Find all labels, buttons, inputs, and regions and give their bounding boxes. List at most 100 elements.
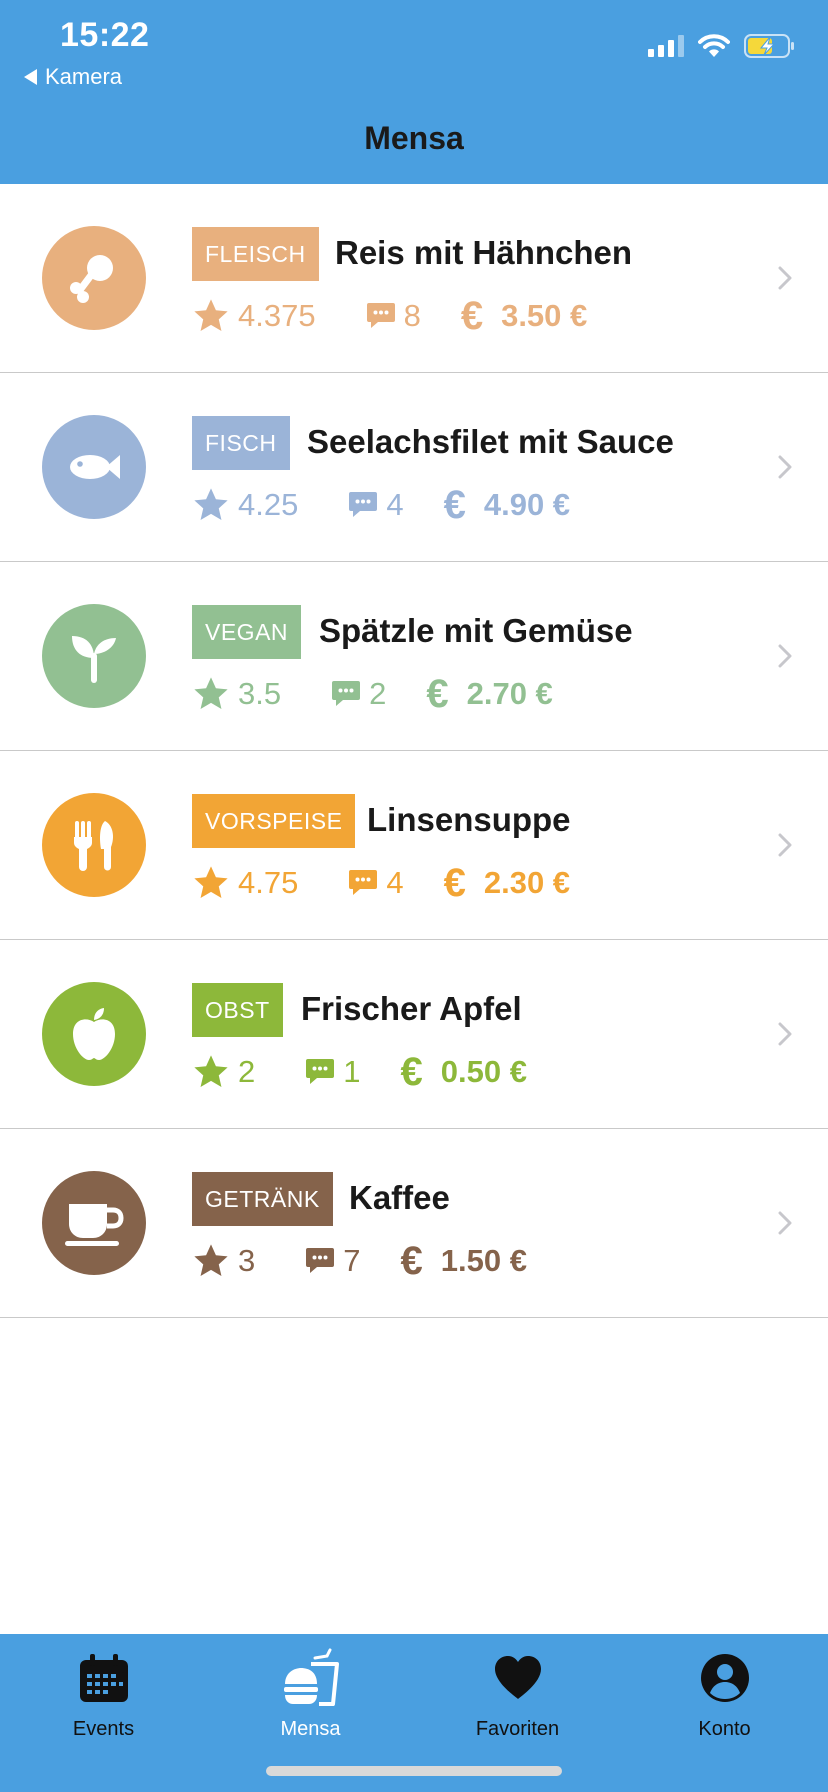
star-icon xyxy=(194,866,228,899)
meal-name: Kaffee xyxy=(349,1179,450,1216)
rating-value: 3 xyxy=(238,1243,256,1278)
comment-icon xyxy=(332,681,361,706)
rating-value: 4.25 xyxy=(238,487,299,522)
euro-icon: € xyxy=(426,671,449,716)
meal-stats: 3.5 2 € 2.70 € xyxy=(192,670,553,718)
home-indicator[interactable] xyxy=(266,1766,562,1776)
star-icon xyxy=(194,488,228,521)
price-value: 1.50 € xyxy=(440,1243,527,1278)
meal-name: Linsensuppe xyxy=(367,801,571,838)
tab-events[interactable]: Events xyxy=(0,1634,207,1792)
price: € 4.90 € xyxy=(444,483,570,528)
category-icon-circle xyxy=(42,415,146,519)
battery-charging-icon xyxy=(744,34,794,58)
chevron-right-icon xyxy=(778,455,792,479)
meal-stats: 3 7 € 1.50 € xyxy=(192,1237,527,1285)
category-icon-circle xyxy=(42,1171,146,1275)
euro-icon: € xyxy=(460,293,484,338)
fish-icon xyxy=(70,455,120,479)
back-to-kamera-link[interactable]: Kamera xyxy=(24,64,122,90)
meal-list: FLEISCH Reis mit Hähnchen 4.375 8 € 3.50… xyxy=(0,184,828,1318)
rating: 4.75 xyxy=(192,864,298,902)
cutlery-icon xyxy=(74,821,113,871)
fastfood-icon xyxy=(283,1648,339,1706)
chevron-right-icon xyxy=(778,644,792,668)
chevron-right-icon xyxy=(778,266,792,290)
price-value: 4.90 € xyxy=(483,487,571,522)
rating-value: 2 xyxy=(238,1054,256,1089)
heart-icon xyxy=(494,1656,541,1699)
chevron-right-icon xyxy=(778,1211,792,1235)
comment-count: 7 xyxy=(305,1243,361,1279)
price: € 2.30 € xyxy=(444,861,570,906)
comment-count-value: 4 xyxy=(386,865,404,900)
comment-icon xyxy=(349,870,378,895)
euro-icon: € xyxy=(400,1238,423,1283)
tab-label: Mensa xyxy=(280,1718,341,1740)
category-icon-circle xyxy=(42,793,146,897)
comment-count-value: 8 xyxy=(403,298,421,333)
meal-stats: 4.375 8 € 3.50 € xyxy=(192,292,587,340)
price: € 3.50 € xyxy=(461,294,587,339)
meal-row[interactable]: VEGAN Spätzle mit Gemüse 3.5 2 € 2.70 € xyxy=(0,562,828,751)
price: € 0.50 € xyxy=(401,1050,527,1095)
account-icon xyxy=(700,1654,749,1702)
meal-stats: 2 1 € 0.50 € xyxy=(192,1048,527,1096)
chicken-leg-icon xyxy=(70,255,113,303)
tab-label: Favoriten xyxy=(475,1718,560,1740)
meal-row[interactable]: FISCH Seelachsfilet mit Sauce 4.25 4 € 4… xyxy=(0,373,828,562)
meal-row[interactable]: GETRÄNK Kaffee 3 7 € 1.50 € xyxy=(0,1129,828,1318)
page-title: Mensa xyxy=(364,120,464,156)
comment-icon xyxy=(366,303,395,328)
comment-count: 2 xyxy=(331,676,386,712)
tab-label: Events xyxy=(72,1718,135,1740)
category-badge: FLEISCH xyxy=(192,227,319,281)
price-value: 2.70 € xyxy=(466,676,553,711)
meal-row[interactable]: VORSPEISE Linsensuppe 4.75 4 € 2.30 € xyxy=(0,751,828,940)
apple-icon xyxy=(73,1008,115,1060)
star-icon xyxy=(194,677,228,710)
category-icon-circle xyxy=(42,604,146,708)
category-badge: OBST xyxy=(192,983,283,1037)
comment-icon xyxy=(306,1059,335,1084)
comment-count: 4 xyxy=(348,487,404,523)
meal-name: Frischer Apfel xyxy=(301,990,522,1027)
sprout-icon xyxy=(72,636,116,683)
comment-icon xyxy=(349,492,378,517)
rating: 4.25 xyxy=(192,486,298,524)
wifi-icon xyxy=(698,34,730,57)
meal-stats: 4.75 4 € 2.30 € xyxy=(192,859,570,907)
rating: 3 xyxy=(192,1242,255,1280)
comment-count: 8 xyxy=(366,298,421,334)
euro-icon: € xyxy=(443,482,466,527)
signal-icon xyxy=(648,35,684,57)
status-icons xyxy=(648,34,796,58)
meal-stats: 4.25 4 € 4.90 € xyxy=(192,481,570,529)
price-value: 2.30 € xyxy=(483,865,571,900)
back-label: Kamera xyxy=(45,64,123,89)
coffee-cup-icon xyxy=(65,1204,124,1246)
top-bar: 15:22 Kamera Mensa xyxy=(0,0,828,184)
comment-count-value: 4 xyxy=(386,487,404,522)
meal-name: Seelachsfilet mit Sauce xyxy=(307,423,674,460)
tab-konto[interactable]: Konto xyxy=(621,1634,828,1792)
comment-count-value: 1 xyxy=(343,1054,361,1089)
euro-icon: € xyxy=(443,860,466,905)
chevron-right-icon xyxy=(778,1022,792,1046)
euro-icon: € xyxy=(400,1049,423,1094)
category-icon-circle xyxy=(42,226,146,330)
rating: 4.375 xyxy=(192,297,316,335)
meal-name: Reis mit Hähnchen xyxy=(335,234,633,271)
star-icon xyxy=(194,1055,228,1088)
meal-row[interactable]: FLEISCH Reis mit Hähnchen 4.375 8 € 3.50… xyxy=(0,184,828,373)
comment-count: 4 xyxy=(348,865,404,901)
rating-value: 3.5 xyxy=(238,676,282,711)
rating-value: 4.75 xyxy=(238,865,299,900)
category-icon-circle xyxy=(42,982,146,1086)
price-value: 0.50 € xyxy=(440,1054,527,1089)
comment-count-value: 7 xyxy=(343,1243,361,1278)
star-icon xyxy=(194,1244,228,1277)
back-arrow-icon xyxy=(24,69,37,85)
category-badge: FISCH xyxy=(192,416,290,470)
meal-row[interactable]: OBST Frischer Apfel 2 1 € 0.50 € xyxy=(0,940,828,1129)
